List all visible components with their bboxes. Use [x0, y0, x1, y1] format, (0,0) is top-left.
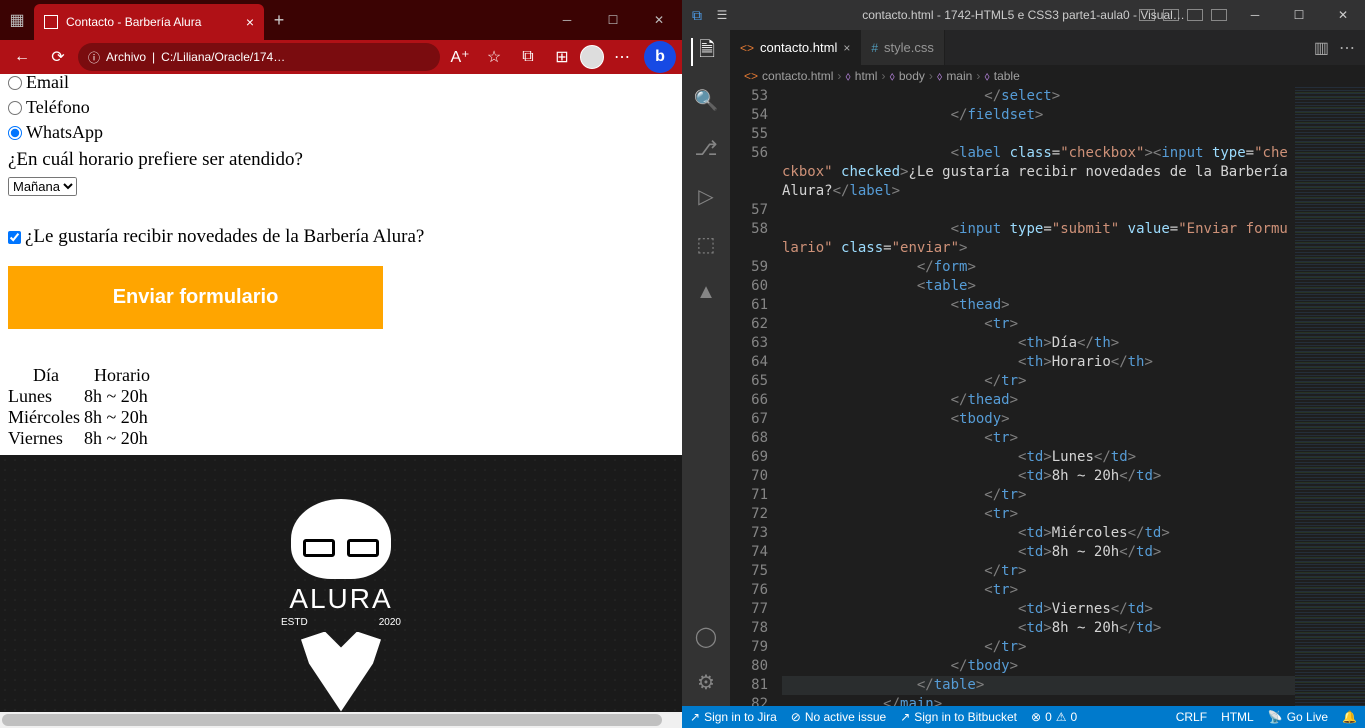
- page-content: Email Teléfono WhatsApp ¿En cuál horario…: [0, 74, 682, 728]
- translate-icon[interactable]: ⧉: [512, 42, 544, 72]
- read-aloud-icon[interactable]: A⁺: [444, 42, 476, 72]
- tab-contacto-html[interactable]: <> contacto.html ×: [730, 30, 861, 65]
- atlassian-icon[interactable]: ▲: [692, 278, 720, 306]
- horario-question: ¿En cuál horario prefiere ser atendido?: [8, 149, 674, 171]
- activity-bar: 🗎 🔍 ⎇ ▷ ⬚ ▲ ◯ ⚙: [682, 30, 730, 706]
- code-editor[interactable]: 53545556 5758 59606162636465666768697071…: [730, 87, 1365, 706]
- sb-issue[interactable]: ⊘ No active issue: [791, 710, 886, 724]
- tab-style-css[interactable]: # style.css: [861, 30, 945, 65]
- profile-avatar[interactable]: [580, 45, 604, 69]
- collections-icon[interactable]: ⊞: [546, 42, 578, 72]
- radio-telefono-input[interactable]: [8, 101, 22, 115]
- new-tab-button[interactable]: +: [264, 10, 294, 31]
- horario-select[interactable]: Mañana: [8, 177, 77, 196]
- window-title: contacto.html - 1742-HTML5 e CSS3 parte1…: [862, 8, 1185, 22]
- browser-titlebar: ▦ Contacto - Barbería Alura × + ─ ☐ ✕: [0, 0, 682, 40]
- page-icon: [44, 15, 58, 29]
- line-gutter: 53545556 5758 59606162636465666768697071…: [730, 87, 782, 706]
- radio-whatsapp-input[interactable]: [8, 126, 22, 140]
- info-icon: ⓘ: [88, 49, 100, 66]
- radio-email-input[interactable]: [8, 76, 22, 90]
- vscode-titlebar: ⧉ ☰ contacto.html - 1742-HTML5 e CSS3 pa…: [682, 0, 1365, 30]
- more-icon[interactable]: ⋯: [606, 42, 638, 72]
- addr-prefix: Archivo: [106, 50, 146, 64]
- refresh-button[interactable]: ⟳: [42, 42, 74, 72]
- explorer-icon[interactable]: 🗎: [691, 38, 719, 66]
- minimap[interactable]: [1295, 87, 1365, 706]
- status-bar: ↗ Sign in to Jira ⊘ No active issue ↗ Si…: [682, 706, 1365, 728]
- minimize-button[interactable]: ─: [544, 0, 590, 40]
- table-row: Miércoles8h ~ 20h: [8, 407, 160, 428]
- maximize-button[interactable]: ☐: [590, 0, 636, 40]
- sb-notifications-icon[interactable]: 🔔: [1342, 710, 1357, 724]
- toggle-secondary-sidebar-icon[interactable]: [1187, 9, 1203, 21]
- hours-table: Día Horario Lunes8h ~ 20hMiércoles8h ~ 2…: [8, 365, 160, 449]
- html-file-icon: <>: [744, 69, 758, 83]
- editor-area: <> contacto.html × # style.css ▥ ⋯ <> co…: [730, 30, 1365, 706]
- tab-title: Contacto - Barbería Alura: [66, 15, 201, 29]
- vscode-window: ⧉ ☰ contacto.html - 1742-HTML5 e CSS3 pa…: [682, 0, 1365, 728]
- split-editor-icon[interactable]: ▥: [1314, 38, 1329, 58]
- sb-problems[interactable]: ⊗0 ⚠0: [1031, 710, 1077, 724]
- edge-browser: ▦ Contacto - Barbería Alura × + ─ ☐ ✕ ← …: [0, 0, 682, 728]
- breadcrumb[interactable]: <> contacto.html› ⬨html› ⬨body› ⬨main› ⬨…: [730, 65, 1365, 87]
- browser-tab[interactable]: Contacto - Barbería Alura ×: [34, 4, 264, 40]
- table-row: Viernes8h ~ 20h: [8, 428, 160, 449]
- back-button[interactable]: ←: [6, 42, 38, 72]
- sb-lang[interactable]: HTML: [1221, 710, 1254, 724]
- newsletter-checkbox-row[interactable]: ¿Le gustaría recibir novedades de la Bar…: [8, 226, 674, 248]
- close-tab-icon[interactable]: ×: [246, 14, 254, 30]
- vs-close-button[interactable]: ✕: [1321, 8, 1365, 22]
- th-horario: Horario: [84, 365, 160, 386]
- th-dia: Día: [8, 365, 84, 386]
- extensions-icon[interactable]: ⬚: [692, 230, 720, 258]
- customize-layout-icon[interactable]: [1211, 9, 1227, 21]
- favorite-icon[interactable]: ☆: [478, 42, 510, 72]
- tab-actions-icon[interactable]: ▦: [0, 3, 34, 37]
- bing-chat-button[interactable]: b: [644, 41, 676, 73]
- html-file-icon: <>: [740, 41, 754, 55]
- horizontal-scrollbar[interactable]: [0, 712, 682, 728]
- sb-jira[interactable]: ↗ Sign in to Jira: [690, 710, 777, 724]
- sb-bitbucket[interactable]: ↗ Sign in to Bitbucket: [900, 710, 1017, 724]
- accounts-icon[interactable]: ◯: [692, 622, 720, 650]
- footer-logo-band: ALURA ESTD 2020: [0, 455, 682, 728]
- vscode-logo-icon: ⧉: [682, 7, 712, 24]
- hamburger-menu-icon[interactable]: ☰: [712, 8, 732, 22]
- radio-telefono[interactable]: Teléfono: [8, 97, 674, 118]
- toolbar-right: A⁺ ☆ ⧉ ⊞ ⋯ b: [444, 41, 676, 73]
- run-debug-icon[interactable]: ▷: [692, 182, 720, 210]
- sb-eol[interactable]: CRLF: [1176, 710, 1207, 724]
- address-bar[interactable]: ⓘ Archivo | C:/Liliana/Oracle/174…: [78, 43, 440, 71]
- code-lines[interactable]: </select> </fieldset> <label class="chec…: [782, 87, 1295, 706]
- more-actions-icon[interactable]: ⋯: [1339, 38, 1355, 58]
- search-icon[interactable]: 🔍: [692, 86, 720, 114]
- close-tab-icon[interactable]: ×: [843, 41, 850, 55]
- radio-whatsapp[interactable]: WhatsApp: [8, 122, 674, 143]
- vs-maximize-button[interactable]: ☐: [1277, 8, 1321, 22]
- radio-email[interactable]: Email: [8, 74, 674, 93]
- newsletter-checkbox[interactable]: [8, 231, 21, 244]
- settings-gear-icon[interactable]: ⚙: [692, 668, 720, 696]
- browser-toolbar: ← ⟳ ⓘ Archivo | C:/Liliana/Oracle/174… A…: [0, 40, 682, 74]
- alura-logo: ALURA ESTD 2020: [281, 499, 401, 712]
- source-control-icon[interactable]: ⎇: [692, 134, 720, 162]
- submit-button[interactable]: Enviar formulario: [8, 266, 383, 329]
- addr-path: C:/Liliana/Oracle/174…: [161, 50, 285, 64]
- vs-minimize-button[interactable]: ─: [1233, 8, 1277, 22]
- sb-golive[interactable]: 📡 Go Live: [1268, 710, 1328, 724]
- editor-tabs: <> contacto.html × # style.css ▥ ⋯: [730, 30, 1365, 65]
- window-controls: ─ ☐ ✕: [544, 0, 682, 40]
- css-file-icon: #: [871, 41, 878, 55]
- table-row: Lunes8h ~ 20h: [8, 386, 160, 407]
- close-window-button[interactable]: ✕: [636, 0, 682, 40]
